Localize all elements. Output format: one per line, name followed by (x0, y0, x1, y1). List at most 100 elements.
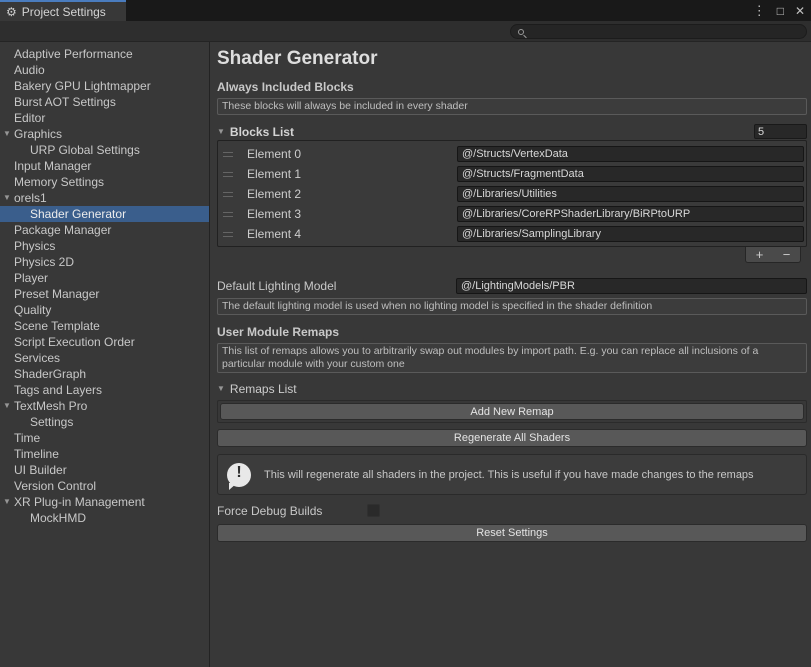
sidebar-item-label: UI Builder (14, 463, 67, 477)
sidebar-item-textmesh-pro[interactable]: ▼TextMesh Pro (0, 398, 209, 414)
sidebar-item-audio[interactable]: Audio (0, 62, 209, 78)
sidebar-item-tags-and-layers[interactable]: Tags and Layers (0, 382, 209, 398)
force-debug-builds-checkbox[interactable] (367, 504, 380, 517)
list-item: Element 0 (218, 144, 806, 164)
sidebar-item-player[interactable]: Player (0, 270, 209, 286)
search-icon (518, 29, 524, 35)
sidebar-item-script-execution-order[interactable]: Script Execution Order (0, 334, 209, 350)
sidebar-item-label: Memory Settings (14, 175, 104, 189)
sidebar-item-input-manager[interactable]: Input Manager (0, 158, 209, 174)
search-input[interactable] (529, 25, 806, 38)
element-label: Element 1 (247, 167, 457, 181)
sidebar-item-ui-builder[interactable]: UI Builder (0, 462, 209, 478)
page-title: Shader Generator (217, 48, 807, 70)
default-lighting-model-label: Default Lighting Model (217, 279, 456, 293)
element-3-field[interactable] (457, 206, 804, 222)
element-4-field[interactable] (457, 226, 804, 242)
sidebar-item-tmp-settings[interactable]: Settings (0, 414, 209, 430)
sidebar-item-memory-settings[interactable]: Memory Settings (0, 174, 209, 190)
sidebar-item-physics[interactable]: Physics (0, 238, 209, 254)
sidebar-item-orels1[interactable]: ▼orels1 (0, 190, 209, 206)
sidebar-item-time[interactable]: Time (0, 430, 209, 446)
regenerate-all-shaders-button[interactable]: Regenerate All Shaders (217, 429, 807, 447)
sidebar-item-label: Physics (14, 239, 55, 253)
sidebar-item-label: Time (14, 431, 40, 445)
sidebar-item-label: Version Control (14, 479, 96, 493)
sidebar-item-timeline[interactable]: Timeline (0, 446, 209, 462)
sidebar-item-shadergraph[interactable]: ShaderGraph (0, 366, 209, 382)
sidebar-item-graphics[interactable]: ▼Graphics (0, 126, 209, 142)
force-debug-builds-label: Force Debug Builds (217, 504, 367, 518)
window-menu-icon[interactable]: ⋮ (753, 4, 766, 17)
foldout-icon[interactable]: ▼ (3, 190, 11, 206)
sidebar-item-label: Scene Template (14, 319, 100, 333)
tab-project-settings[interactable]: ⚙ Project Settings (0, 0, 126, 21)
sidebar-item-preset-manager[interactable]: Preset Manager (0, 286, 209, 302)
sidebar-item-version-control[interactable]: Version Control (0, 478, 209, 494)
sidebar-item-label: URP Global Settings (30, 143, 140, 157)
drag-handle-icon[interactable] (223, 212, 233, 217)
sidebar-item-label: Package Manager (14, 223, 111, 237)
remove-element-button[interactable]: − (783, 248, 791, 261)
reset-settings-button[interactable]: Reset Settings (217, 524, 807, 542)
sidebar-item-label: Adaptive Performance (14, 47, 133, 61)
foldout-icon[interactable]: ▼ (3, 126, 11, 142)
add-element-button[interactable]: + (756, 248, 764, 261)
sidebar-item-label: Player (14, 271, 48, 285)
toolbar (0, 21, 811, 42)
sidebar-item-label: orels1 (14, 191, 47, 205)
gear-icon: ⚙ (6, 6, 17, 18)
sidebar-item-label: Bakery GPU Lightmapper (14, 79, 151, 93)
drag-handle-icon[interactable] (223, 152, 233, 157)
sidebar-item-package-manager[interactable]: Package Manager (0, 222, 209, 238)
sidebar-item-xr-plugin-management[interactable]: ▼XR Plug-in Management (0, 494, 209, 510)
element-label: Element 3 (247, 207, 457, 221)
sidebar-item-label: Graphics (14, 127, 62, 141)
sidebar-item-mockhmd[interactable]: MockHMD (0, 510, 209, 526)
element-2-field[interactable] (457, 186, 804, 202)
default-lighting-helpbox: The default lighting model is used when … (217, 298, 807, 315)
regenerate-info-text: This will regenerate all shaders in the … (264, 469, 754, 481)
blocks-list-label: Blocks List (230, 125, 294, 139)
sidebar-item-burst-aot-settings[interactable]: Burst AOT Settings (0, 94, 209, 110)
element-0-field[interactable] (457, 146, 804, 162)
drag-handle-icon[interactable] (223, 172, 233, 177)
blocks-list-footer: + − (745, 247, 801, 263)
sidebar-item-services[interactable]: Services (0, 350, 209, 366)
remaps-list-foldout[interactable]: ▼ Remaps List (217, 381, 807, 396)
settings-sidebar: Adaptive Performance Audio Bakery GPU Li… (0, 42, 210, 667)
blocks-list: Element 0 Element 1 Element 2 Element 3 (217, 140, 807, 247)
sidebar-item-quality[interactable]: Quality (0, 302, 209, 318)
sidebar-item-adaptive-performance[interactable]: Adaptive Performance (0, 46, 209, 62)
sidebar-item-physics-2d[interactable]: Physics 2D (0, 254, 209, 270)
sidebar-item-label: Burst AOT Settings (14, 95, 116, 109)
regenerate-infobox: ! This will regenerate all shaders in th… (217, 454, 807, 495)
blocks-list-size-field[interactable] (754, 124, 807, 139)
list-item: Element 4 (218, 224, 806, 244)
foldout-icon[interactable]: ▼ (217, 384, 225, 393)
default-lighting-model-field[interactable] (456, 278, 807, 294)
sidebar-item-label: Timeline (14, 447, 59, 461)
search-box[interactable] (510, 24, 807, 39)
drag-handle-icon[interactable] (223, 232, 233, 237)
sidebar-item-bakery-gpu-lightmapper[interactable]: Bakery GPU Lightmapper (0, 78, 209, 94)
sidebar-item-shader-generator[interactable]: Shader Generator (0, 206, 209, 222)
sidebar-item-label: Preset Manager (14, 287, 99, 301)
drag-handle-icon[interactable] (223, 192, 233, 197)
sidebar-item-label: Settings (30, 415, 73, 429)
sidebar-item-label: Physics 2D (14, 255, 74, 269)
settings-content: Shader Generator Always Included Blocks … (210, 42, 811, 667)
sidebar-item-label: XR Plug-in Management (14, 495, 145, 509)
sidebar-item-scene-template[interactable]: Scene Template (0, 318, 209, 334)
default-lighting-model-row: Default Lighting Model (217, 278, 807, 294)
warning-bubble-icon: ! (227, 463, 251, 487)
foldout-icon[interactable]: ▼ (3, 494, 11, 510)
sidebar-item-editor[interactable]: Editor (0, 110, 209, 126)
element-1-field[interactable] (457, 166, 804, 182)
sidebar-item-urp-global-settings[interactable]: URP Global Settings (0, 142, 209, 158)
add-new-remap-button[interactable]: Add New Remap (220, 403, 804, 420)
maximize-icon[interactable]: □ (777, 5, 784, 17)
foldout-icon[interactable]: ▼ (3, 398, 11, 414)
foldout-icon[interactable]: ▼ (217, 127, 225, 136)
close-icon[interactable]: ✕ (795, 5, 805, 17)
